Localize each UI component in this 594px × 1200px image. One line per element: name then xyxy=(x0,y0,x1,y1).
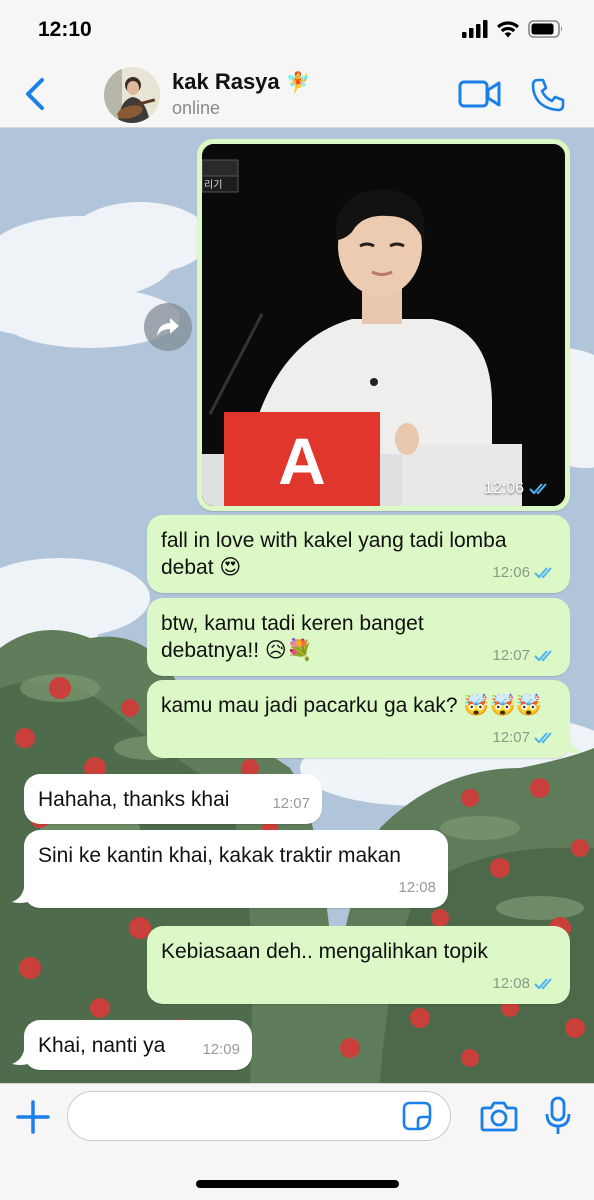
avatar[interactable] xyxy=(104,67,160,123)
plus-icon xyxy=(16,1100,50,1134)
message-text: btw, kamu tadi keren banget debatnya!! 😥… xyxy=(161,612,424,662)
outgoing-message[interactable]: btw, kamu tadi keren banget debatnya!! 😥… xyxy=(147,598,570,676)
status-icons xyxy=(462,20,564,38)
double-check-icon xyxy=(534,731,552,743)
photo-tab-text: 리기 xyxy=(204,179,222,191)
message-time: 12:07 xyxy=(492,647,530,664)
message-input[interactable] xyxy=(67,1091,451,1141)
chat-header: kak Rasya 🧚 online xyxy=(0,60,594,128)
outgoing-message[interactable]: Kebiasaan deh.. mengalihkan topik 12:08 xyxy=(147,926,570,1004)
microphone-icon xyxy=(545,1096,571,1134)
incoming-message[interactable]: Khai, nanti ya 12:09 xyxy=(24,1020,252,1070)
voice-call-button[interactable] xyxy=(530,77,566,113)
video-call-button[interactable] xyxy=(458,78,502,110)
message-time: 12:08 xyxy=(398,879,436,896)
photo-sign-letter: A xyxy=(278,424,326,498)
forward-icon xyxy=(157,318,179,336)
phone-icon xyxy=(531,78,565,112)
message-time: 12:07 xyxy=(272,795,310,812)
chat-area[interactable]: 리기 A 12:06 fall in love with kakel yang … xyxy=(0,128,594,1083)
message-text: Hahaha, thanks khai xyxy=(38,788,230,811)
wifi-icon xyxy=(497,21,519,38)
sticker-button[interactable] xyxy=(402,1101,432,1131)
sticker-icon xyxy=(402,1101,432,1131)
status-time: 12:10 xyxy=(38,18,92,41)
incoming-message[interactable]: Hahaha, thanks khai 12:07 xyxy=(24,774,322,824)
bubble-tail xyxy=(12,1050,28,1065)
message-time: 12:06 xyxy=(483,480,524,497)
camera-button[interactable] xyxy=(480,1098,518,1134)
home-indicator xyxy=(196,1180,399,1188)
contact-name[interactable]: kak Rasya 🧚 xyxy=(172,69,311,95)
photo-image[interactable]: 리기 A 12:06 xyxy=(202,144,565,506)
double-check-icon xyxy=(534,977,552,989)
fairy-emoji: 🧚 xyxy=(285,70,311,94)
message-time: 12:09 xyxy=(202,1041,240,1058)
message-meta: 12:07 xyxy=(492,724,558,751)
double-check-icon xyxy=(534,566,552,578)
bubble-tail xyxy=(12,888,28,903)
avatar-image xyxy=(104,67,160,123)
incoming-message[interactable]: Sini ke kantin khai, kakak traktir makan… xyxy=(24,830,448,908)
message-meta: 12:06 xyxy=(492,559,558,586)
message-meta: 12:07 xyxy=(492,642,558,669)
message-time: 12:07 xyxy=(492,729,530,746)
video-call-icon xyxy=(458,80,501,108)
contact-name-text: kak Rasya xyxy=(172,69,280,94)
back-chevron-icon xyxy=(26,78,44,110)
back-button[interactable] xyxy=(18,74,52,114)
message-text: Kebiasaan deh.. mengalihkan topik xyxy=(161,940,488,963)
photo-meta: 12:06 xyxy=(484,480,553,498)
photo-message[interactable]: 리기 A 12:06 xyxy=(197,139,570,511)
message-meta: 12:07 xyxy=(272,790,310,817)
contact-status: online xyxy=(172,98,221,118)
double-check-icon xyxy=(529,483,547,495)
message-text: kamu mau jadi pacarku ga kak? 🤯🤯🤯 xyxy=(161,694,542,717)
photo-content: 리기 A xyxy=(202,144,565,506)
microphone-button[interactable] xyxy=(545,1096,571,1136)
signal-icon xyxy=(462,20,488,38)
bubble-tail xyxy=(566,738,582,753)
message-time: 12:06 xyxy=(492,564,530,581)
message-meta: 12:08 xyxy=(398,874,436,901)
forward-button[interactable] xyxy=(144,303,192,351)
outgoing-message[interactable]: kamu mau jadi pacarku ga kak? 🤯🤯🤯 12:07 xyxy=(147,680,570,758)
double-check-icon xyxy=(534,649,552,661)
message-text: Sini ke kantin khai, kakak traktir makan xyxy=(38,844,401,867)
status-bar: 12:10 xyxy=(0,0,594,60)
attach-button[interactable] xyxy=(14,1098,52,1136)
camera-icon xyxy=(480,1101,518,1132)
message-meta: 12:09 xyxy=(202,1036,240,1063)
outgoing-message[interactable]: fall in love with kakel yang tadi lomba … xyxy=(147,515,570,593)
message-meta: 12:08 xyxy=(492,970,558,997)
message-time: 12:08 xyxy=(492,975,530,992)
battery-icon xyxy=(528,20,562,38)
